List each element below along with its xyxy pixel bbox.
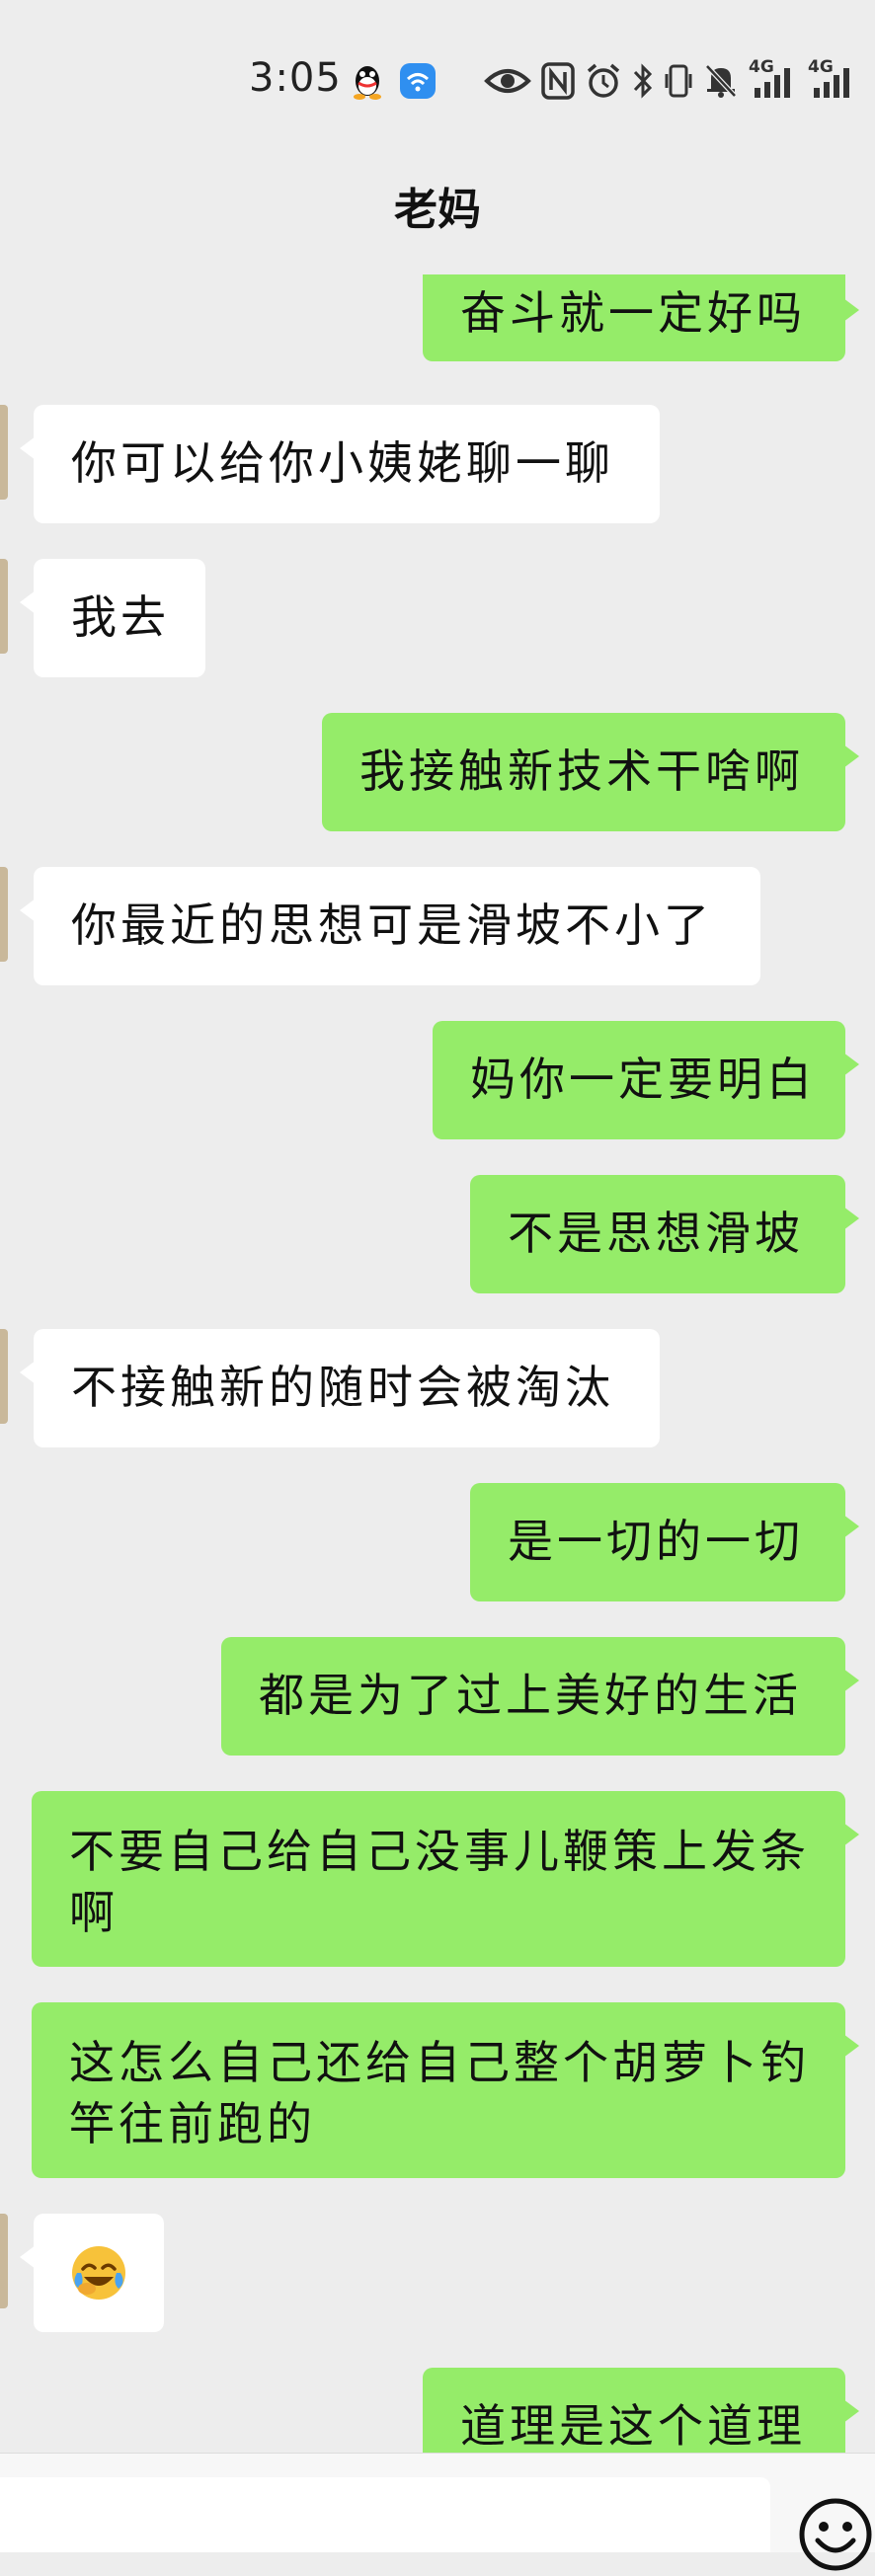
- network-type-label: 4G: [749, 57, 774, 77]
- bluetooth-icon: [632, 61, 654, 101]
- contact-avatar[interactable]: [0, 2214, 8, 2308]
- alarm-icon: [585, 61, 622, 101]
- message-bubble-incoming[interactable]: 你最近的思想可是滑坡不小了: [20, 867, 760, 985]
- mute-icon: [703, 61, 739, 101]
- chat-title: 老妈: [394, 185, 481, 235]
- message-bubble-outgoing[interactable]: 这怎么自己还给自己整个胡萝卜钓竿往前跑的: [32, 2002, 859, 2178]
- message-bubble-outgoing[interactable]: 都是为了过上美好的生活: [221, 1637, 859, 1756]
- message-text: 道理是这个道理: [460, 2399, 806, 2453]
- message-text: 不是思想滑坡: [508, 1207, 804, 1260]
- contact-avatar[interactable]: [0, 1329, 8, 1424]
- message-bubble-outgoing[interactable]: 是一切的一切: [470, 1483, 859, 1601]
- message-bubble-outgoing[interactable]: 不要自己给自己没事儿鞭策上发条啊: [32, 1791, 859, 1967]
- crying-laughing-emoji-icon: [69, 2243, 128, 2303]
- signal-4g-icon: 4G: [749, 57, 798, 101]
- message-text: 这怎么自己还给自己整个胡萝卜钓竿往前跑的: [69, 2036, 810, 2150]
- message-text: 你可以给你小姨姥聊一聊: [71, 436, 614, 490]
- eye-icon: [484, 61, 531, 101]
- message-input[interactable]: [0, 2477, 770, 2552]
- qq-icon: [351, 61, 384, 101]
- message-text: 奋斗就一定好吗: [460, 286, 806, 340]
- vibrate-icon: [664, 61, 693, 101]
- message-text: 都是为了过上美好的生活: [259, 1669, 802, 1722]
- status-bar: 3:05 4G 4G: [0, 0, 875, 158]
- message-bubble-outgoing[interactable]: 不是思想滑坡: [470, 1175, 859, 1293]
- message-text: 是一切的一切: [508, 1515, 804, 1568]
- message-bubble-incoming[interactable]: 不接触新的随时会被淘汰: [20, 1329, 660, 1447]
- message-text: 不接触新的随时会被淘汰: [71, 1361, 614, 1414]
- signal-4g-icon-2: 4G: [808, 57, 857, 101]
- message-text: 我去: [71, 590, 170, 644]
- nfc-icon: [541, 61, 575, 101]
- input-bar: [0, 2453, 875, 2571]
- message-bubble-outgoing[interactable]: 妈你一定要明白: [433, 1021, 859, 1139]
- status-app-icons: [351, 57, 438, 105]
- contact-avatar[interactable]: [0, 867, 8, 962]
- message-bubble-incoming[interactable]: 你可以给你小姨姥聊一聊: [20, 405, 660, 523]
- message-bubble-outgoing[interactable]: 我接触新技术干啥啊: [322, 713, 859, 831]
- message-text: 我接触新技术干啥啊: [359, 744, 804, 798]
- status-system-icons: 4G 4G: [484, 57, 857, 105]
- status-time: 3:05: [249, 55, 342, 101]
- emoji-button-icon[interactable]: [798, 2497, 873, 2572]
- chat-header: 老妈: [0, 158, 875, 274]
- message-bubble-incoming[interactable]: [20, 2214, 164, 2332]
- message-bubble-incoming[interactable]: 我去: [20, 559, 205, 677]
- message-bubble-outgoing[interactable]: 道理是这个道理: [423, 2368, 859, 2466]
- contact-avatar[interactable]: [0, 405, 8, 500]
- wifi-app-icon: [398, 61, 438, 101]
- network-type-label: 4G: [808, 57, 834, 77]
- message-bubble-outgoing[interactable]: 奋斗就一定好吗: [423, 267, 859, 361]
- chat-message-list[interactable]: 奋斗就一定好吗 你可以给你小姨姥聊一聊 我去 我接触新技术干啥啊 你最近的思想可…: [0, 0, 875, 2466]
- contact-avatar[interactable]: [0, 559, 8, 654]
- message-text: 妈你一定要明白: [470, 1053, 816, 1106]
- message-text: 你最近的思想可是滑坡不小了: [71, 898, 713, 952]
- message-text: 不要自己给自己没事儿鞭策上发条啊: [69, 1825, 810, 1939]
